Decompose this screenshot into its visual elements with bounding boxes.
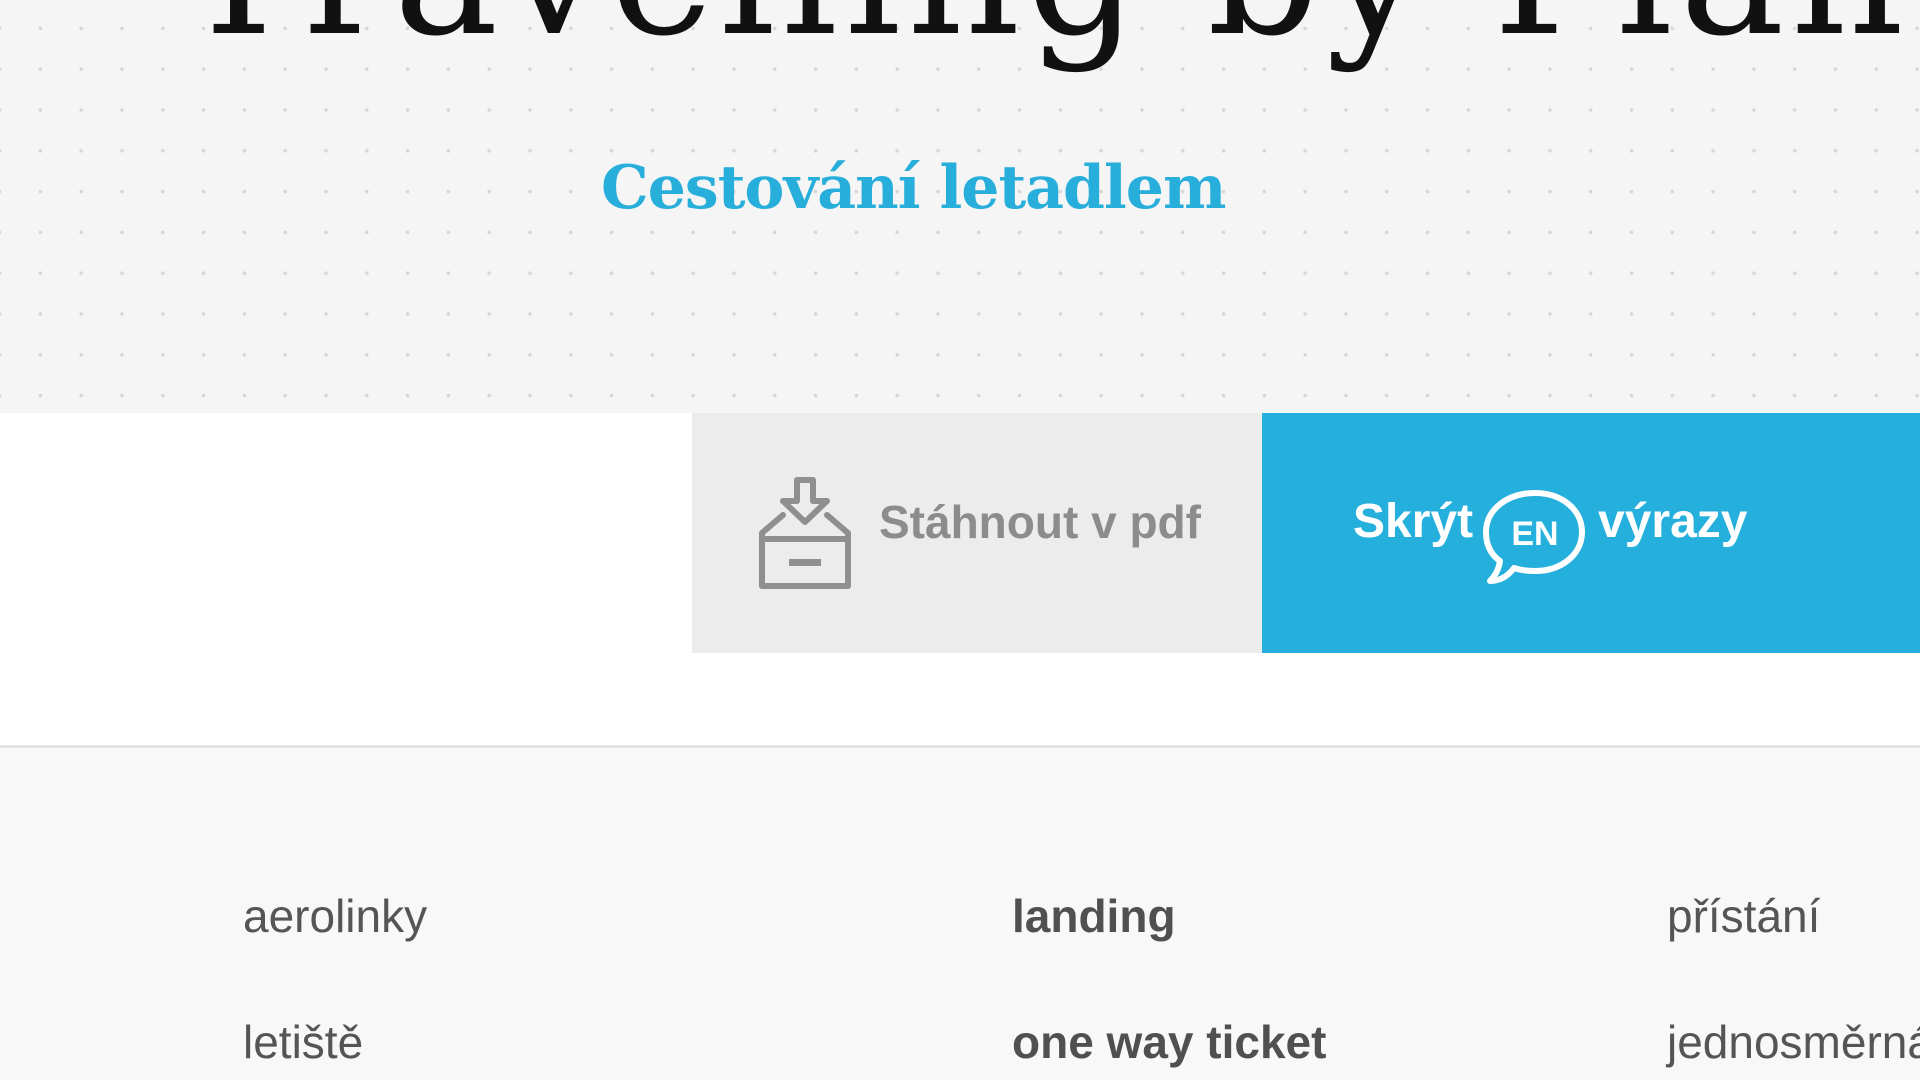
page-title: Travelling by Plane xyxy=(180,0,1920,68)
en-speech-bubble-icon: EN xyxy=(1483,490,1585,584)
vocab-translation-cs: jednosměrná xyxy=(1667,1016,1920,1068)
download-pdf-label: Stáhnout v pdf xyxy=(879,496,1201,548)
vocabulary-row: aerolinky landing přístání xyxy=(0,888,1920,948)
hero-banner: Travelling by Plane Cestování letadlem xyxy=(0,0,1920,413)
toggle-label-expressions: výrazy xyxy=(1598,495,1748,548)
hide-english-toggle-button[interactable]: Skrýt EN výrazy xyxy=(1262,413,1920,653)
vocab-term-en: landing xyxy=(1012,890,1176,942)
download-pdf-button[interactable]: Stáhnout v pdf xyxy=(692,413,1262,653)
vocabulary-row: letiště one way ticket jednosměrná xyxy=(0,1014,1920,1074)
vocab-translation-cs: přístání xyxy=(1667,890,1821,942)
page-subtitle: Cestování letadlem xyxy=(601,153,1226,223)
archive-download-icon xyxy=(759,477,851,589)
vocabulary-list: aerolinky landing přístání letiště one w… xyxy=(0,748,1920,1080)
vocab-term-en: one way ticket xyxy=(1012,1016,1327,1068)
toggle-label-hide: Skrýt xyxy=(1353,495,1474,548)
en-badge-text: EN xyxy=(1511,515,1558,553)
vocab-term-cs: letiště xyxy=(243,1016,364,1068)
vocab-term-cs: aerolinky xyxy=(243,890,428,942)
